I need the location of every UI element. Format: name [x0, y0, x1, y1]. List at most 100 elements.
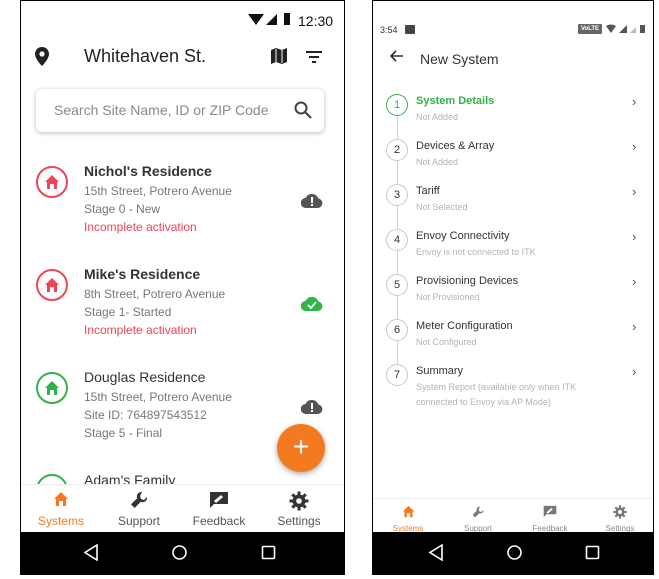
recents-nav-icon[interactable]: [585, 545, 600, 565]
bottom-tab-bar: Systems Support Feedback Settings: [21, 484, 344, 532]
step-status: Not Added: [416, 157, 459, 167]
plus-icon: +: [292, 431, 310, 462]
home-icon: [36, 372, 68, 404]
app-header: Whitehaven St.: [21, 39, 344, 75]
feedback-icon: [515, 505, 585, 519]
site-warning: Incomplete activation: [84, 323, 197, 337]
tab-label: Settings: [277, 514, 321, 528]
step-status: Not Provisioned: [416, 292, 480, 302]
step-status: Not Configured: [416, 337, 477, 347]
site-name: Nichol's Residence: [84, 163, 212, 179]
page-title: New System: [420, 51, 499, 67]
search-placeholder: Search Site Name, ID or ZIP Code: [54, 102, 269, 118]
step-meter-configuration[interactable]: 6 Meter Configuration Not Configured ›: [373, 319, 653, 364]
step-number: 4: [386, 229, 408, 251]
site-stage: Stage 1- Started: [84, 305, 172, 319]
new-system-screen: 3:54 VoLTE New System 1 System Details N…: [372, 0, 654, 575]
home-icon: [36, 474, 68, 484]
chevron-right-icon: ›: [632, 319, 637, 334]
home-nav-icon[interactable]: [506, 544, 523, 566]
system-nav-bar: [373, 532, 653, 574]
tab-support[interactable]: Support: [99, 485, 179, 533]
battery-icon: [284, 13, 290, 25]
step-label: Devices & Array: [416, 140, 495, 152]
home-nav-icon[interactable]: [171, 544, 188, 566]
chevron-right-icon: ›: [632, 184, 637, 199]
signal-icon: [266, 14, 277, 25]
arrow-left-icon[interactable]: [389, 49, 404, 67]
step-label: Envoy Connectivity: [416, 230, 510, 242]
step-label: Summary: [416, 365, 464, 377]
step-tariff[interactable]: 3 Tariff Not Selected ›: [373, 184, 653, 229]
home-icon: [373, 505, 443, 519]
site-name: Adam's Family: [84, 472, 176, 484]
wrench-icon: [99, 491, 179, 511]
step-number: 3: [386, 184, 408, 206]
site-address: 15th Street, Potrero Avenue: [84, 184, 232, 198]
chevron-right-icon: ›: [632, 139, 637, 154]
tab-settings[interactable]: Settings: [259, 485, 339, 533]
add-site-button[interactable]: +: [277, 424, 325, 472]
chevron-right-icon: ›: [632, 364, 637, 379]
step-number: 2: [386, 139, 408, 161]
map-icon[interactable]: [271, 48, 287, 69]
back-nav-icon[interactable]: [428, 543, 444, 566]
volte-badge: VoLTE: [578, 24, 602, 34]
status-time: 12:30: [298, 13, 334, 29]
step-summary[interactable]: 7 Summary System Report (available only …: [373, 364, 653, 414]
step-envoy-connectivity[interactable]: 4 Envoy Connectivity Envoy is not connec…: [373, 229, 653, 274]
step-devices-array[interactable]: 2 Devices & Array Not Added ›: [373, 139, 653, 184]
site-address: 15th Street, Potrero Avenue: [84, 390, 232, 404]
cloud-error-icon: [300, 399, 323, 419]
site-address: 8th Street, Potrero Avenue: [84, 287, 226, 301]
tab-label: Systems: [37, 514, 84, 528]
site-list-item[interactable]: Adam's Family: [21, 472, 344, 484]
cloud-check-icon: [300, 296, 323, 316]
step-provisioning-devices[interactable]: 5 Provisioning Devices Not Provisioned ›: [373, 274, 653, 319]
step-number: 7: [386, 364, 408, 386]
step-number: 1: [386, 94, 408, 116]
sites-screen: 12:30 Whitehaven St. Search Site Name, I…: [20, 0, 345, 575]
step-status: System Report (available only when ITK c…: [416, 382, 577, 407]
site-stage: Stage 5 - Final: [84, 426, 163, 440]
site-warning: Incomplete activation: [84, 220, 197, 234]
recents-nav-icon[interactable]: [261, 545, 276, 565]
step-number: 5: [386, 274, 408, 296]
location-pin-icon[interactable]: [35, 47, 49, 71]
gear-icon: [585, 505, 653, 519]
system-nav-bar: [21, 532, 344, 574]
step-status: Not Added: [416, 112, 459, 122]
status-bar: 12:30: [21, 1, 344, 37]
app-header: New System: [373, 45, 653, 75]
search-input[interactable]: Search Site Name, ID or ZIP Code: [36, 89, 324, 132]
tab-systems[interactable]: Systems: [21, 485, 101, 533]
search-icon[interactable]: [294, 101, 312, 124]
step-label: Tariff: [416, 185, 440, 197]
tab-label: Support: [117, 514, 161, 528]
back-nav-icon[interactable]: [83, 543, 99, 566]
step-label: Meter Configuration: [416, 320, 513, 332]
chevron-right-icon: ›: [632, 229, 637, 244]
home-icon: [36, 166, 68, 198]
location-title[interactable]: Whitehaven St.: [84, 46, 206, 67]
step-system-details[interactable]: 1 System Details Not Added ›: [373, 94, 653, 139]
site-id: Site ID: 764897543512: [84, 408, 207, 422]
notification-icon: [405, 25, 415, 34]
site-name: Douglas Residence: [84, 369, 206, 385]
site-stage: Stage 0 - New: [84, 202, 161, 216]
tab-feedback[interactable]: Feedback: [179, 485, 259, 533]
gear-icon: [259, 491, 339, 511]
wifi-icon: [248, 14, 264, 25]
feedback-icon: [179, 491, 259, 511]
cloud-error-icon: [300, 193, 323, 213]
step-number: 6: [386, 319, 408, 341]
home-icon: [36, 269, 68, 301]
step-status: Not Selected: [416, 202, 468, 212]
step-label: Provisioning Devices: [416, 275, 519, 287]
chevron-right-icon: ›: [632, 94, 637, 109]
chevron-right-icon: ›: [632, 274, 637, 289]
home-icon: [21, 491, 101, 511]
status-time: 3:54: [380, 25, 398, 35]
filter-icon[interactable]: [306, 50, 322, 68]
status-icons: [606, 24, 646, 36]
